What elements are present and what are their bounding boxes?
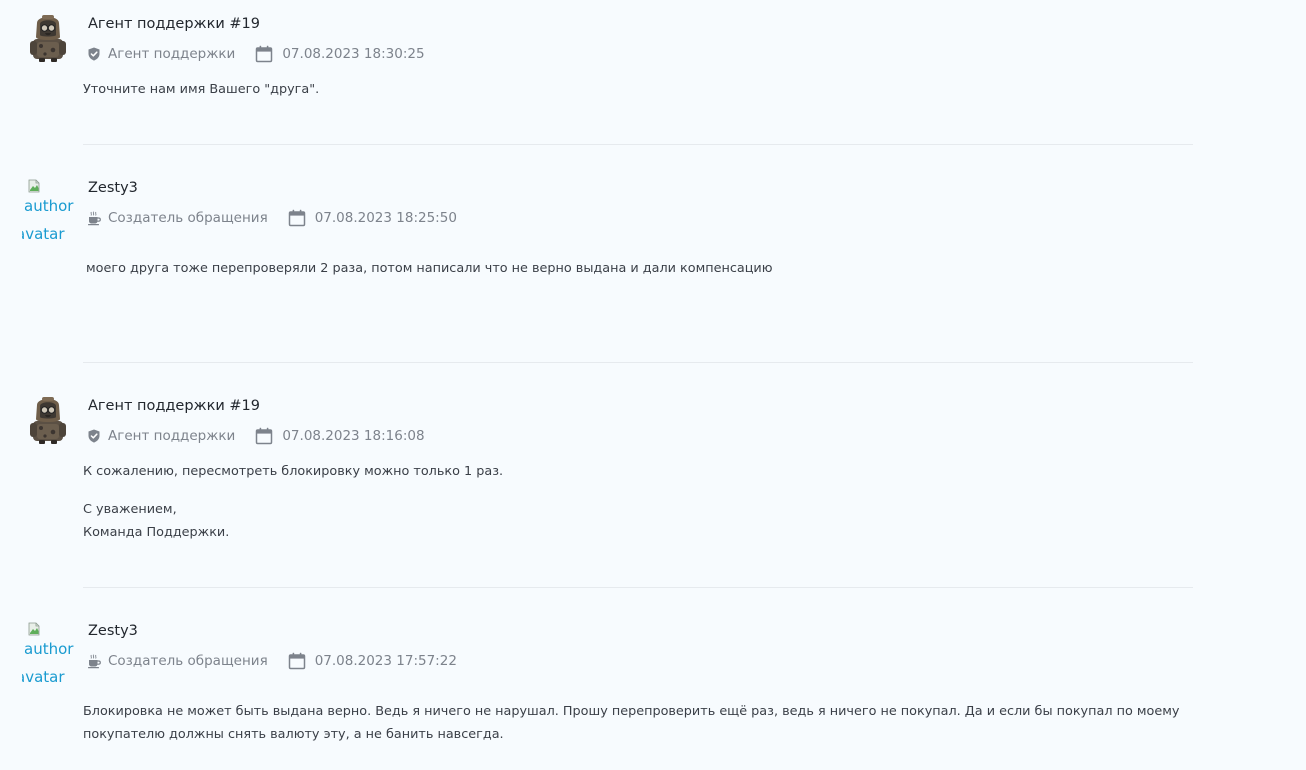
coffee-cup-icon (86, 653, 102, 669)
message-body: моего друга тоже перепроверяли 2 раза, п… (86, 257, 1196, 280)
author-role: Агент поддержки (108, 428, 236, 444)
author-role: Агент поддержки (108, 46, 236, 62)
calendar-icon (255, 45, 273, 63)
message-datetime: 07.08.2023 18:16:08 (282, 428, 425, 444)
calendar-icon (288, 652, 306, 670)
author-role: Создатель обращения (108, 653, 268, 669)
avatar: author avatar (22, 177, 78, 247)
author-role: Создатель обращения (108, 210, 268, 226)
calendar-icon (288, 209, 306, 227)
broken-image-icon (28, 179, 40, 193)
shield-icon (86, 46, 102, 62)
message-line: Уточните нам имя Вашего "друга". (83, 82, 320, 97)
message-datetime: 07.08.2023 17:57:22 (314, 653, 457, 669)
message-line: моего друга тоже перепроверяли 2 раза, п… (86, 261, 773, 276)
author-name: Агент поддержки #19 (88, 16, 260, 32)
calendar-icon (255, 427, 273, 445)
message-divider (83, 587, 1193, 588)
author-name: Zesty3 (88, 623, 138, 639)
message-body: Блокировка не может быть выдана верно. В… (83, 700, 1193, 746)
message-line: Команда Поддержки. (83, 525, 230, 540)
message-line: С уважением, (83, 502, 177, 517)
message-meta: Агент поддержки 07.08.2023 18:30:25 (86, 45, 425, 63)
message-divider (83, 362, 1193, 363)
avatar-alt-text: author (24, 640, 74, 658)
message-line: Блокировка не может быть выдана верно. В… (83, 704, 1180, 742)
author-name: Zesty3 (88, 180, 138, 196)
avatar-alt-text: author (24, 197, 74, 215)
shield-icon (86, 428, 102, 444)
author-name: Агент поддержки #19 (88, 398, 260, 414)
avatar-alt-text: avatar (22, 668, 65, 686)
message-line: К сожалению, пересмотреть блокировку мож… (83, 464, 504, 479)
message-datetime: 07.08.2023 18:30:25 (282, 46, 425, 62)
message-meta: Создатель обращения 07.08.2023 17:57:22 (86, 652, 457, 670)
avatar: author avatar (22, 620, 78, 690)
message-body: К сожалению, пересмотреть блокировку мож… (83, 460, 1193, 544)
avatar-alt-text: avatar (22, 225, 65, 243)
message-meta: Агент поддержки 07.08.2023 18:16:08 (86, 427, 425, 445)
message-datetime: 07.08.2023 18:25:50 (314, 210, 457, 226)
broken-image-icon (28, 622, 40, 636)
message-body: Уточните нам имя Вашего "друга". (83, 78, 1193, 101)
coffee-cup-icon (86, 210, 102, 226)
avatar (27, 11, 69, 63)
message-meta: Создатель обращения 07.08.2023 18:25:50 (86, 209, 457, 227)
message-divider (83, 144, 1193, 145)
avatar (27, 393, 69, 445)
